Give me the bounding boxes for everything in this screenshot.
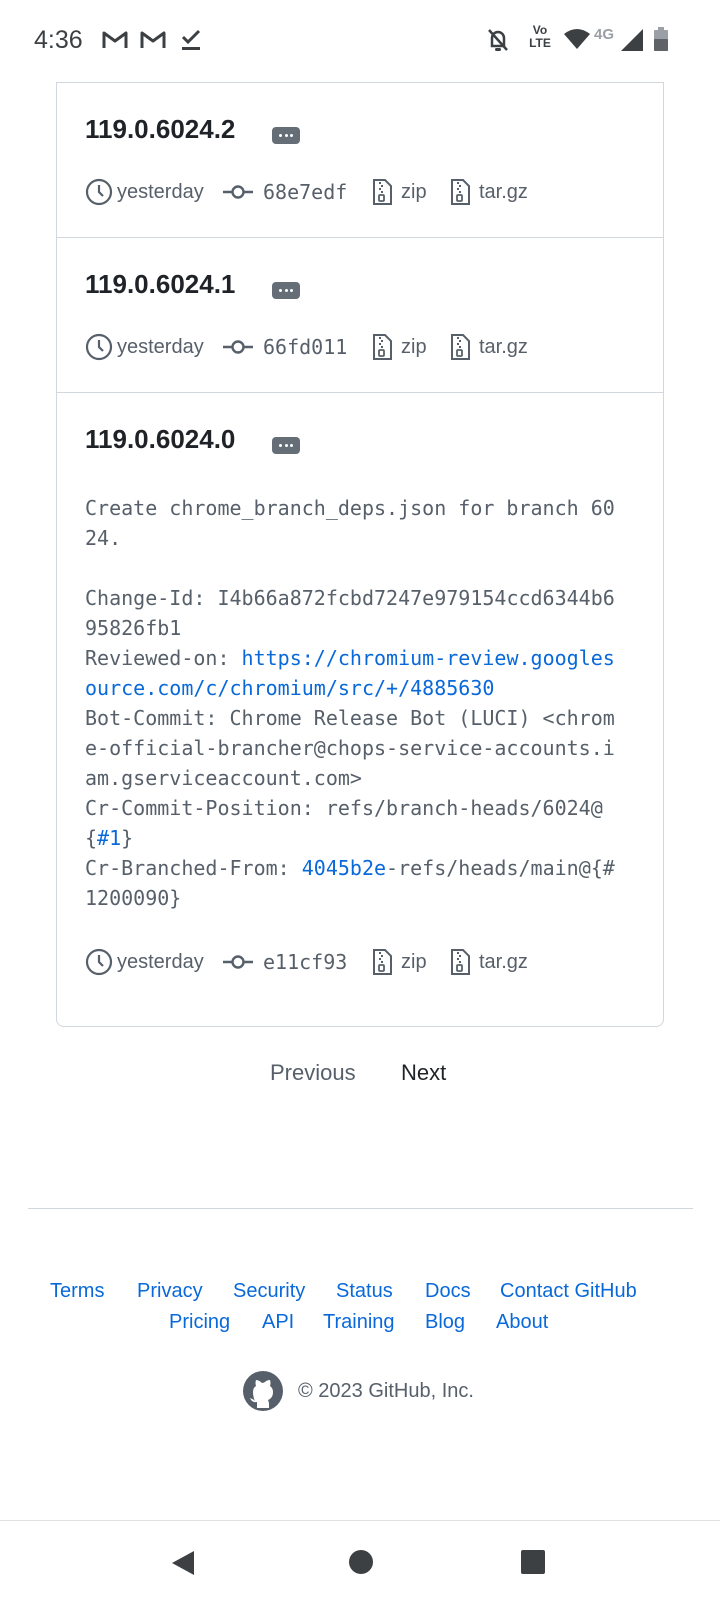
commit-position-suffix: } <box>121 826 134 850</box>
commit-link[interactable]: 68e7edf <box>263 180 347 204</box>
release-list: 119.0.6024.2 yesterday 68e7edf zip tar.g… <box>56 82 664 1027</box>
back-icon[interactable] <box>170 1549 196 1577</box>
file-zip-icon <box>451 334 470 360</box>
release-tag-link[interactable]: 119.0.6024.0 <box>85 424 235 455</box>
footer-link-security[interactable]: Security <box>233 1280 305 1303</box>
more-options-button[interactable] <box>272 437 300 454</box>
release-time: yesterday <box>117 335 204 358</box>
commit-icon <box>223 340 253 354</box>
download-targz-link[interactable]: tar.gz <box>479 181 528 204</box>
footer-link-status[interactable]: Status <box>336 1280 393 1303</box>
footer-link-privacy[interactable]: Privacy <box>137 1280 203 1303</box>
gmail-icon <box>102 31 128 48</box>
download-zip-link[interactable]: zip <box>401 336 427 359</box>
change-id-label: Change-Id: <box>85 586 218 610</box>
copyright-text: © 2023 GitHub, Inc. <box>298 1380 474 1402</box>
footer-link-contact[interactable]: Contact GitHub <box>500 1280 637 1303</box>
status-time: 4:36 <box>34 26 83 54</box>
commit-position-link[interactable]: #1 <box>97 826 121 850</box>
release-meta: yesterday 68e7edf zip tar.gz <box>85 176 645 208</box>
release-notes: Create chrome_branch_deps.json for branc… <box>85 493 625 913</box>
commit-position-prefix: Cr-Commit-Position: refs/branch-heads/60… <box>85 796 603 850</box>
network-type: 4G <box>594 26 615 43</box>
check-icon <box>181 29 201 50</box>
footer-link-about[interactable]: About <box>496 1311 548 1334</box>
release-tag-link[interactable]: 119.0.6024.1 <box>85 269 235 300</box>
download-zip-link[interactable]: zip <box>401 951 427 974</box>
commit-icon <box>223 955 253 969</box>
release-item: 119.0.6024.0 Create chrome_branch_deps.j… <box>57 392 663 1026</box>
status-bar: 4:36 Vo LTE 4G <box>0 0 720 82</box>
release-meta: yesterday e11cf93 zip tar.gz <box>85 946 645 978</box>
github-logo-icon[interactable] <box>242 1370 284 1412</box>
wifi-icon <box>564 29 590 49</box>
release-summary: Create chrome_branch_deps.json for branc… <box>85 496 615 550</box>
clock-icon <box>85 178 113 206</box>
recents-icon[interactable] <box>520 1549 546 1575</box>
release-tag-link[interactable]: 119.0.6024.2 <box>85 114 235 145</box>
footer-divider <box>28 1208 693 1209</box>
file-zip-icon <box>451 179 470 205</box>
footer-link-training[interactable]: Training <box>323 1311 395 1334</box>
file-zip-icon <box>373 949 392 975</box>
more-options-button[interactable] <box>272 127 300 144</box>
signal-4g-icon <box>621 29 643 51</box>
battery-icon <box>654 27 668 51</box>
footer-link-blog[interactable]: Blog <box>425 1311 465 1334</box>
home-icon[interactable] <box>348 1549 374 1575</box>
file-zip-icon <box>373 179 392 205</box>
volte-icon: Vo LTE <box>529 23 551 50</box>
bot-commit: Bot-Commit: Chrome Release Bot (LUCI) <c… <box>85 706 615 790</box>
release-item: 119.0.6024.1 yesterday 66fd011 zip tar.g… <box>57 237 663 392</box>
clock-icon <box>85 948 113 976</box>
footer-link-docs[interactable]: Docs <box>425 1280 471 1303</box>
release-item: 119.0.6024.2 yesterday 68e7edf zip tar.g… <box>57 82 663 237</box>
file-zip-icon <box>373 334 392 360</box>
next-page-button[interactable]: Next <box>401 1060 446 1086</box>
download-targz-link[interactable]: tar.gz <box>479 951 528 974</box>
download-zip-link[interactable]: zip <box>401 181 427 204</box>
file-zip-icon <box>451 949 470 975</box>
android-nav-bar <box>0 1520 720 1601</box>
branched-from-label: Cr-Branched-From: <box>85 856 302 880</box>
footer-link-pricing[interactable]: Pricing <box>169 1311 230 1334</box>
more-options-button[interactable] <box>272 282 300 299</box>
release-time: yesterday <box>117 950 204 973</box>
footer-link-terms[interactable]: Terms <box>50 1280 104 1303</box>
branched-from-link[interactable]: 4045b2e <box>302 856 386 880</box>
bell-off-icon <box>488 29 508 51</box>
reviewed-on-label: Reviewed-on: <box>85 646 242 670</box>
commit-icon <box>223 185 253 199</box>
previous-page-button[interactable]: Previous <box>270 1060 356 1086</box>
commit-link[interactable]: 66fd011 <box>263 335 347 359</box>
commit-link[interactable]: e11cf93 <box>263 950 347 974</box>
release-time: yesterday <box>117 180 204 203</box>
footer-link-api[interactable]: API <box>262 1311 294 1334</box>
gmail-icon <box>140 31 166 48</box>
clock-icon <box>85 333 113 361</box>
release-meta: yesterday 66fd011 zip tar.gz <box>85 331 645 363</box>
download-targz-link[interactable]: tar.gz <box>479 336 528 359</box>
